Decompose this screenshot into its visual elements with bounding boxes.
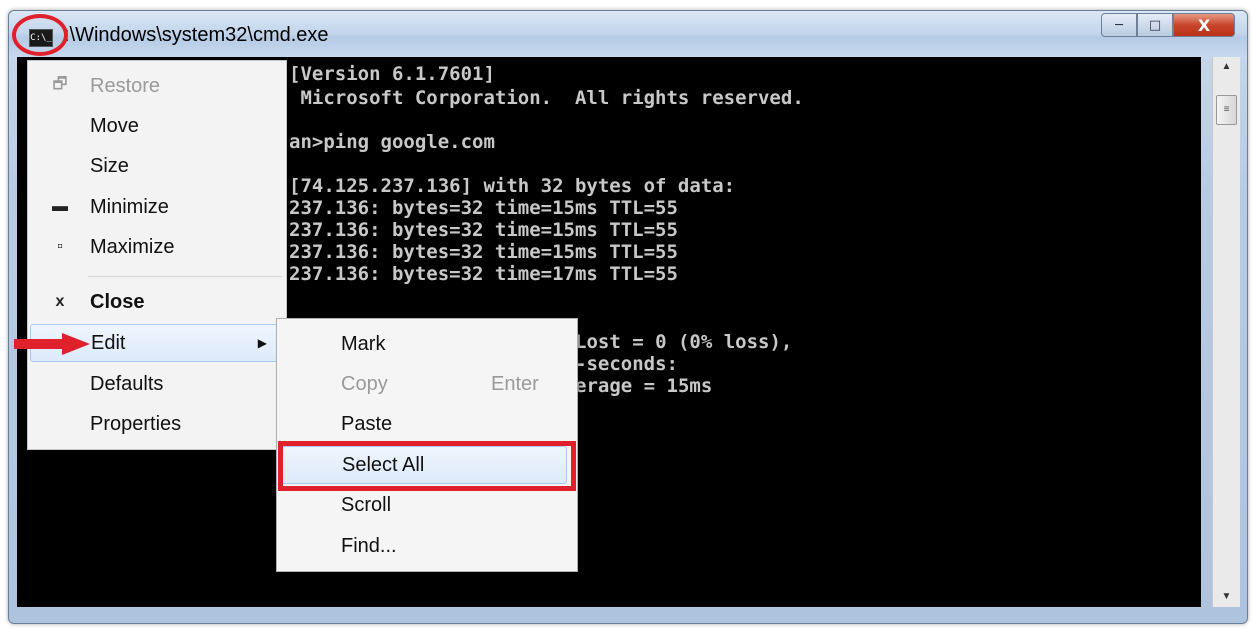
console-line: 237.136: bytes=32 time=15ms TTL=55	[289, 197, 678, 219]
maximize-icon: ▫	[57, 238, 63, 255]
console-line: Lost = 0 (0% loss),	[575, 331, 793, 353]
submenu-item-copy[interactable]: Copy Enter	[277, 365, 577, 403]
menu-item-label: Move	[90, 114, 139, 137]
menu-item-size[interactable]: Size	[28, 147, 286, 185]
submenu-item-label: Mark	[341, 332, 386, 355]
console-line: -seconds:	[575, 353, 678, 375]
console-line: 237.136: bytes=32 time=15ms TTL=55	[289, 219, 678, 241]
annotation-arrow-icon	[14, 333, 90, 355]
console-line: 237.136: bytes=32 time=17ms TTL=55	[289, 263, 678, 285]
menu-item-move[interactable]: Move	[28, 107, 286, 145]
menu-item-properties[interactable]: Properties	[28, 405, 286, 443]
menu-item-maximize[interactable]: ▫ Maximize	[28, 228, 286, 266]
submenu-item-label: Find...	[341, 534, 397, 557]
submenu-item-label: Paste	[341, 412, 393, 435]
submenu-arrow-icon: ▶	[257, 336, 267, 350]
close-button[interactable]: X	[1173, 13, 1235, 37]
submenu-item-paste[interactable]: Paste	[277, 405, 577, 443]
caption-buttons: ─ □ X	[1101, 13, 1235, 39]
menu-item-label: Edit	[91, 331, 126, 354]
minimize-icon: ▬	[52, 198, 68, 215]
menu-item-label: Close	[90, 290, 145, 313]
menu-item-close[interactable]: x Close	[28, 283, 286, 321]
menu-item-label: Size	[90, 154, 129, 177]
menu-item-label: Defaults	[90, 372, 164, 395]
title-bar[interactable]: C:\_ :\Windows\system32\cmd.exe ─ □ X	[9, 11, 1247, 59]
console-line: erage = 15ms	[575, 375, 713, 397]
maximize-button[interactable]: □	[1137, 13, 1173, 37]
menu-item-label: Restore	[90, 74, 161, 97]
submenu-item-label: Copy	[341, 372, 388, 395]
menu-item-restore[interactable]: 🗗 Restore	[28, 67, 286, 105]
window-title: :\Windows\system32\cmd.exe	[64, 24, 329, 46]
menu-item-label: Minimize	[90, 195, 169, 218]
scroll-down-icon[interactable]: ▼	[1213, 587, 1240, 607]
menu-separator	[88, 276, 282, 277]
submenu-item-scroll[interactable]: Scroll	[277, 486, 577, 524]
scroll-up-icon[interactable]: ▲	[1213, 57, 1240, 77]
menu-item-label: Maximize	[90, 235, 175, 258]
restore-icon: 🗗	[52, 75, 68, 93]
submenu-item-mark[interactable]: Mark	[277, 325, 577, 363]
menu-item-defaults[interactable]: Defaults	[28, 365, 286, 403]
submenu-item-find[interactable]: Find...	[277, 527, 577, 565]
console-line: 237.136: bytes=32 time=15ms TTL=55	[289, 241, 678, 263]
annotation-highlight-box	[278, 441, 576, 491]
console-line: an>ping google.com	[289, 131, 495, 153]
menu-item-label: Properties	[90, 412, 182, 435]
submenu-item-label: Scroll	[341, 493, 392, 516]
console-line: [Version 6.1.7601]	[289, 63, 495, 85]
console-line: [74.125.237.136] with 32 bytes of data:	[289, 175, 736, 197]
annotation-circle	[12, 14, 68, 56]
menu-item-minimize[interactable]: ▬ Minimize	[28, 188, 286, 226]
system-menu: 🗗 Restore Move Size ▬ Minimize ▫ Maximiz…	[27, 60, 287, 450]
scroll-thumb[interactable]: ≡	[1216, 95, 1237, 125]
vertical-scrollbar[interactable]: ▲ ≡ ▼	[1212, 57, 1240, 607]
minimize-button[interactable]: ─	[1101, 13, 1137, 37]
close-icon: x	[55, 293, 65, 310]
console-line: Microsoft Corporation. All rights reserv…	[289, 87, 804, 109]
shortcut-label: Enter	[491, 372, 539, 395]
